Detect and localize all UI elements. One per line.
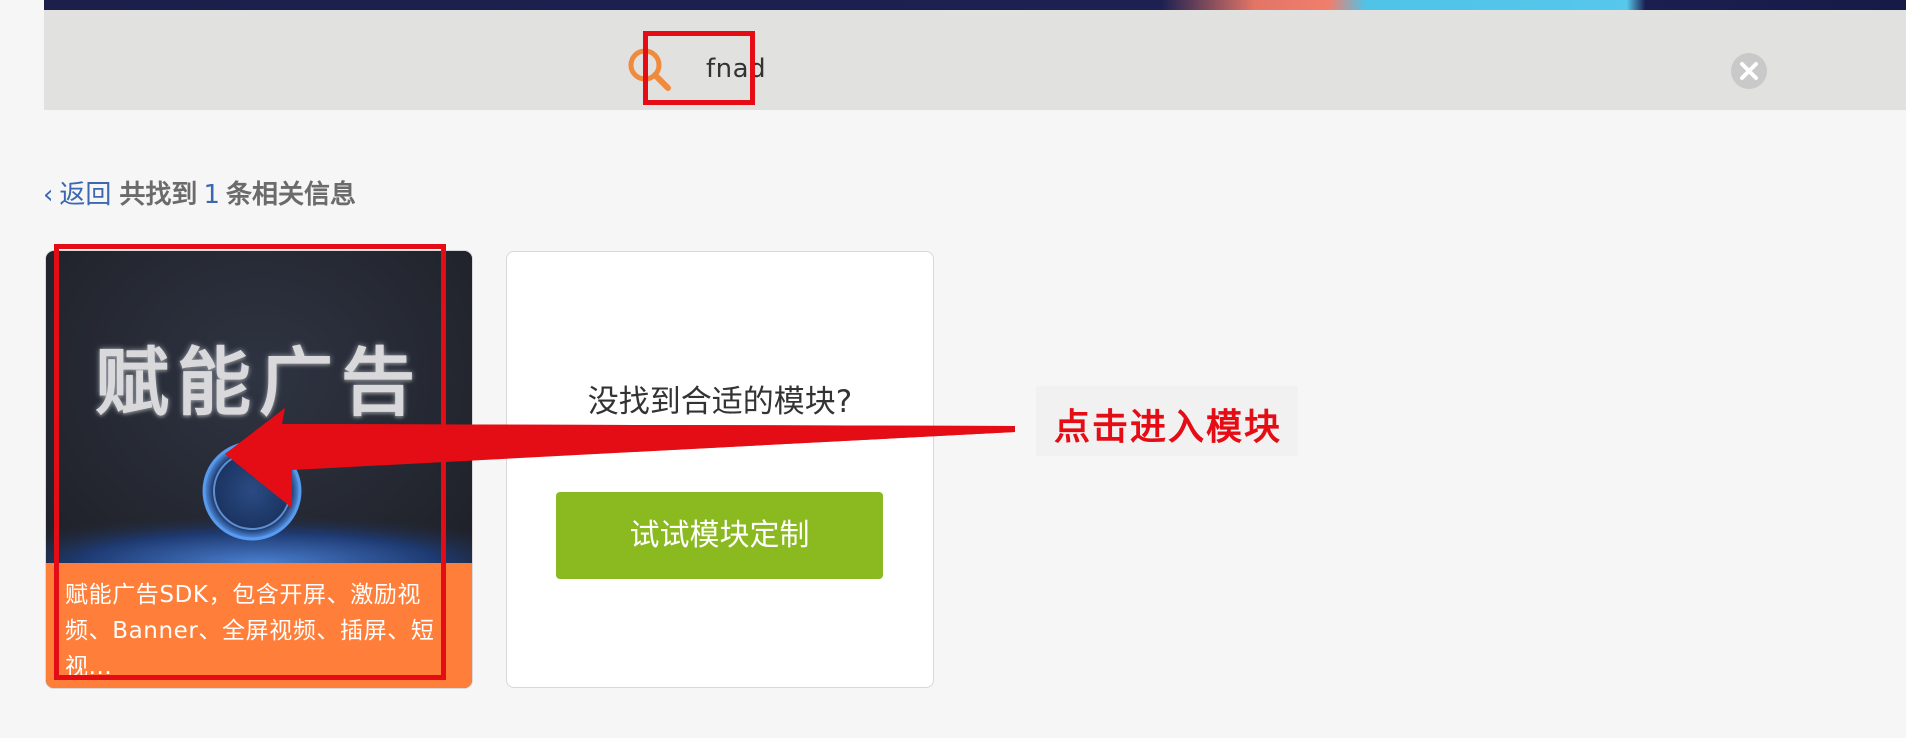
search-input-highlight-box	[643, 31, 755, 105]
back-link[interactable]: ‹ 返回	[43, 180, 111, 210]
back-link-label: 返回	[59, 180, 112, 210]
custom-module-card: 没找到合适的模块? 试试模块定制	[506, 251, 934, 688]
search-result-summary: ‹ 返回 共找到 1 条相关信息	[43, 174, 356, 211]
summary-suffix: 条相关信息	[225, 180, 356, 210]
result-summary-text: 共找到 1 条相关信息	[119, 180, 356, 210]
module-card-highlight-box	[54, 244, 446, 680]
custom-module-question: 没找到合适的模块?	[587, 384, 853, 420]
chevron-left-icon: ‹	[43, 180, 54, 210]
summary-prefix: 共找到	[119, 180, 198, 210]
clear-search-icon[interactable]	[1730, 52, 1768, 90]
try-custom-module-button[interactable]: 试试模块定制	[556, 492, 883, 579]
search-bar: fnad	[44, 10, 1906, 110]
result-count: 1	[203, 180, 220, 210]
annotation-label: 点击进入模块	[1054, 407, 1283, 448]
top-banner-strip	[44, 0, 1906, 10]
